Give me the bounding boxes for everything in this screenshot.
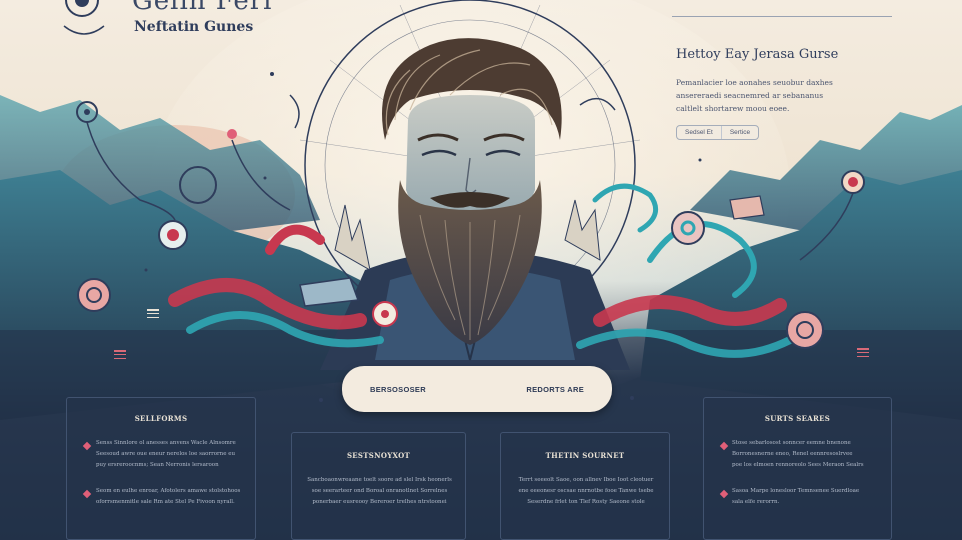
diamond-bullet-icon xyxy=(719,441,729,451)
card-line: ene eeeonesr oscsae nnrnotbe fooe Tanwe … xyxy=(518,488,654,494)
diamond-bullet-icon xyxy=(719,489,729,499)
card-line: Sancboaonwreaane toelt soore ad slel Irs… xyxy=(307,477,452,483)
hero-pill-group: Sedsel Et Sertice xyxy=(676,125,760,140)
menu-icon-left[interactable] xyxy=(147,309,159,318)
menu-icon-left-red[interactable] xyxy=(114,350,126,359)
card-title: SURTS SEARES xyxy=(764,414,831,423)
card-title: THETIN SOURNET xyxy=(545,451,625,460)
cta-left-button[interactable]: BERSOSOSER xyxy=(370,385,426,394)
card-line: ponerbaer eusreooy Bereroer trelhes ntrs… xyxy=(312,499,447,505)
feature-card-2[interactable]: SESTSNOYXOT Sancboaonwreaane toelt soore… xyxy=(291,432,466,540)
feature-card-4[interactable]: SURTS SEARES Stose sebarlosost sonncer e… xyxy=(703,397,892,540)
card-list-item: Senss Sinnlore ol anesses anvens Wacle A… xyxy=(96,438,256,471)
card-line: sala elfe rerorrn. xyxy=(732,499,780,505)
card-line: Seom en eulhe enroar, Afotolers amawe st… xyxy=(96,488,241,494)
card-line: soe seerarteer ond Boroal onranotlnet So… xyxy=(311,488,448,494)
menu-icon-right-red[interactable] xyxy=(857,348,869,357)
feature-card-3[interactable]: THETIN SOURNET Terrt seeeolt Saoe, oon a… xyxy=(500,432,670,540)
card-line: Sasoa Marpe lonesloor Temnsenee Suerdloa… xyxy=(732,488,860,494)
hero-title: Hettoy Eay Jerasa Gurse xyxy=(676,47,839,62)
card-line: Borronesnerne eneo, Renel eennresoslrvee xyxy=(732,451,853,457)
card-line: Senss Sinnlore ol anesses anvens Wacle A… xyxy=(96,440,236,446)
card-line: oforrsmenmitle sale Rm ate Stel Pe Fivoo… xyxy=(96,499,235,505)
card-line: Terrt seeeolt Saoe, oon allnev Iboe Ioot… xyxy=(518,477,654,483)
cta-right-button[interactable]: REDORTS ARE xyxy=(526,385,584,394)
feature-card-1[interactable]: SELLFORMS Senss Sinnlore ol anesses anve… xyxy=(66,397,256,540)
top-divider xyxy=(672,16,892,17)
card-line: poe los elmoen rennoreolo Sees Meraon Se… xyxy=(732,462,864,468)
card-line: Seserdne frlet ton Tlef Rosty Saeone sto… xyxy=(527,499,645,505)
card-paragraph: Sancboaonwreaane toelt soore ad slel Irs… xyxy=(300,475,459,508)
diamond-bullet-icon xyxy=(82,489,92,499)
card-line: Stose sebarlosost sonncer eemne bnenone xyxy=(732,440,851,446)
card-list-item: Seom en eulhe enroar, Afotolers amawe st… xyxy=(96,486,256,508)
card-list-item: Stose sebarlosost sonncer eemne bnenone … xyxy=(732,438,890,471)
card-list-item: Sasoa Marpe lonesloor Temnsenee Suerdloa… xyxy=(732,486,890,508)
card-title: SELLFORMS xyxy=(134,414,188,423)
card-paragraph: Terrt seeeolt Saoe, oon allnev Iboe Ioot… xyxy=(509,475,663,508)
pill-button-secondary[interactable]: Sertice xyxy=(720,126,758,139)
pill-button-primary[interactable]: Sedsel Et xyxy=(677,126,721,139)
diamond-bullet-icon xyxy=(82,441,92,451)
brand-logo-icon[interactable] xyxy=(60,0,108,52)
hero-description: Pemanlacier loe aonahes seuobur daxhes a… xyxy=(676,78,833,113)
brand-subtitle: Neftatin Gunes xyxy=(134,19,254,35)
card-line: puy ersreroocnms; Sean Nerronis lersaroo… xyxy=(96,462,219,468)
card-line: Seesoud awre oue eneur nerelos loe saorr… xyxy=(96,451,236,457)
card-title: SESTSNOYXOT xyxy=(346,451,411,460)
brand-name: Gelih Ferl xyxy=(132,0,273,16)
cta-bar: BERSOSOSER REDORTS ARE xyxy=(342,366,612,412)
